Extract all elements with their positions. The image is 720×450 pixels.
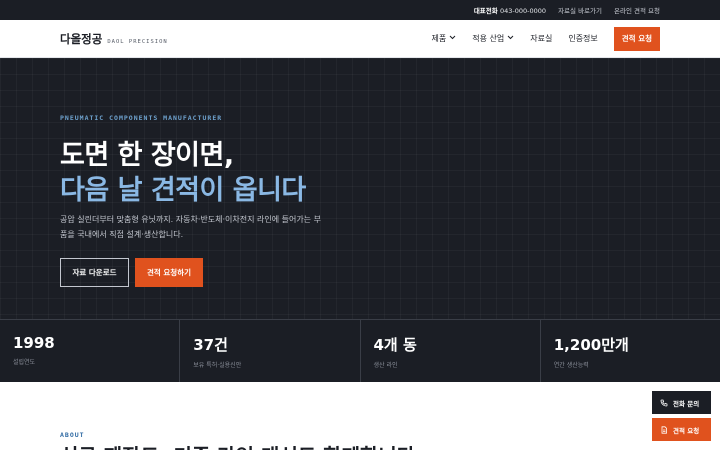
phone-icon [659, 398, 668, 407]
about-section: ABOUT 신규 제작도, 기존 라인 개선도 함께합니다 [0, 382, 720, 450]
main-nav: 제품 적용 산업 자료실 인증정보 견적 요청 [432, 26, 660, 51]
nav-item-products[interactable]: 제품 [432, 33, 457, 44]
quote-request-button[interactable]: 견적 요청하기 [135, 258, 203, 287]
stat-label: 보유 특허·실용신안 [193, 362, 242, 369]
phone-label: 대표전화 [473, 7, 498, 15]
stat-value: 1,200만개 [553, 336, 629, 354]
hero-lead: 공압 실린더부터 맞춤형 유닛까지. 자동차·반도체·이차전지 라인에 들어가는… [60, 215, 321, 239]
stat-item: 1,200만개 연간 생산능력 [541, 320, 720, 382]
hero-title-line2: 다음 날 견적이 옵니다 [60, 175, 306, 206]
hero-title-line1: 도면 한 장이면, [60, 140, 234, 171]
floating-call-label: 전화 문의 [673, 399, 700, 408]
about-heading: 신규 제작도, 기존 라인 개선도 함께합니다 [60, 440, 415, 450]
stat-label: 생산 라인 [373, 362, 398, 369]
stat-value: 4개 동 [373, 336, 417, 354]
stat-label: 연간 생산능력 [553, 362, 589, 369]
nav-label: 적용 산업 [472, 34, 505, 43]
brand-name-en: DAOL PRECISION [107, 38, 168, 45]
chevron-down-icon [507, 35, 514, 42]
nav-quote-button[interactable]: 견적 요청 [613, 26, 660, 51]
document-icon [659, 425, 668, 434]
download-button[interactable]: 자료 다운로드 [60, 258, 129, 287]
nav-label: 인증정보 [568, 34, 598, 43]
floating-quote-label: 견적 요청 [673, 426, 700, 435]
hero-section: PNEUMATIC COMPONENTS MANUFACTURER 도면 한 장… [0, 58, 720, 320]
hero-eyebrow: PNEUMATIC COMPONENTS MANUFACTURER [60, 114, 223, 122]
floating-call-button[interactable]: 전화 문의 [652, 391, 711, 414]
site-header: 다올정공 DAOL PRECISION 제품 적용 산업 자료실 인증정보 견적… [0, 20, 720, 58]
phone-number: 043-000-0000 [500, 7, 547, 15]
stat-item: 37건 보유 특허·실용신안 [180, 320, 361, 382]
stat-item: 1998 설립연도 [0, 320, 181, 382]
floating-quote-button[interactable]: 견적 요청 [652, 418, 711, 441]
nav-label: 제품 [431, 34, 447, 43]
chevron-down-icon [449, 35, 456, 42]
about-eyebrow: ABOUT [60, 431, 85, 439]
nav-item-resources[interactable]: 자료실 [530, 33, 552, 44]
stat-value: 1998 [13, 334, 55, 352]
phone-contact[interactable]: 대표전화 043-000-0000 [474, 5, 546, 15]
nav-item-certifications[interactable]: 인증정보 [568, 33, 597, 44]
stats-strip: 1998 설립연도 37건 보유 특허·실용신안 4개 동 생산 라인 1,20… [0, 319, 720, 382]
nav-label: 자료실 [530, 34, 553, 43]
brand-name-ko: 다올정공 [60, 31, 103, 46]
link-catalog[interactable]: 자료실 바로가기 [558, 5, 602, 15]
stat-item: 4개 동 생산 라인 [361, 320, 541, 382]
stat-label: 설립연도 [13, 359, 36, 366]
brand-logo[interactable]: 다올정공 DAOL PRECISION [60, 31, 168, 47]
stat-value: 37건 [193, 336, 228, 354]
nav-item-applications[interactable]: 적용 산업 [472, 33, 514, 44]
top-utility-bar: 대표전화 043-000-0000 자료실 바로가기 온라인 견적 요청 [0, 0, 720, 20]
link-online-quote[interactable]: 온라인 견적 요청 [614, 5, 660, 15]
